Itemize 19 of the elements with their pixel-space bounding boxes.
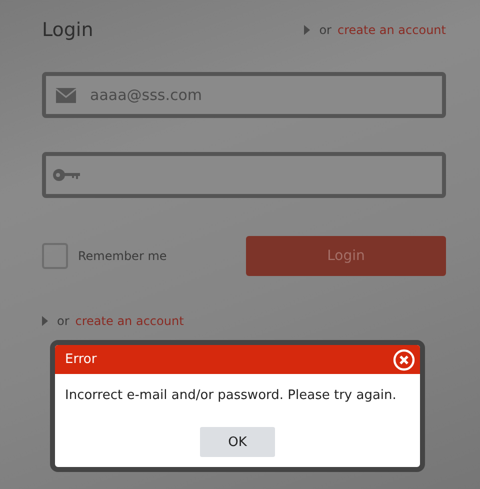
remember-me-label: Remember me: [78, 249, 167, 263]
or-text: or: [319, 23, 332, 37]
or-text: or: [57, 314, 70, 328]
login-button[interactable]: Login: [246, 236, 446, 276]
create-account-link[interactable]: create an account: [75, 314, 184, 328]
triangle-icon: [304, 25, 310, 35]
ok-button[interactable]: OK: [200, 427, 275, 457]
error-message: Incorrect e-mail and/or password. Please try again.: [65, 388, 398, 403]
close-button[interactable]: [393, 348, 415, 370]
envelope-icon: [56, 88, 76, 103]
triangle-icon: [42, 316, 48, 326]
remember-checkbox[interactable]: [42, 243, 68, 269]
dialog-title: Error: [65, 352, 97, 367]
email-field[interactable]: aaaa@sss.com: [42, 72, 446, 118]
close-icon: [393, 348, 415, 370]
create-account-link[interactable]: create an account: [338, 23, 446, 37]
login-heading: Login: [42, 19, 94, 41]
password-field[interactable]: [42, 152, 446, 198]
key-icon: [53, 168, 80, 182]
